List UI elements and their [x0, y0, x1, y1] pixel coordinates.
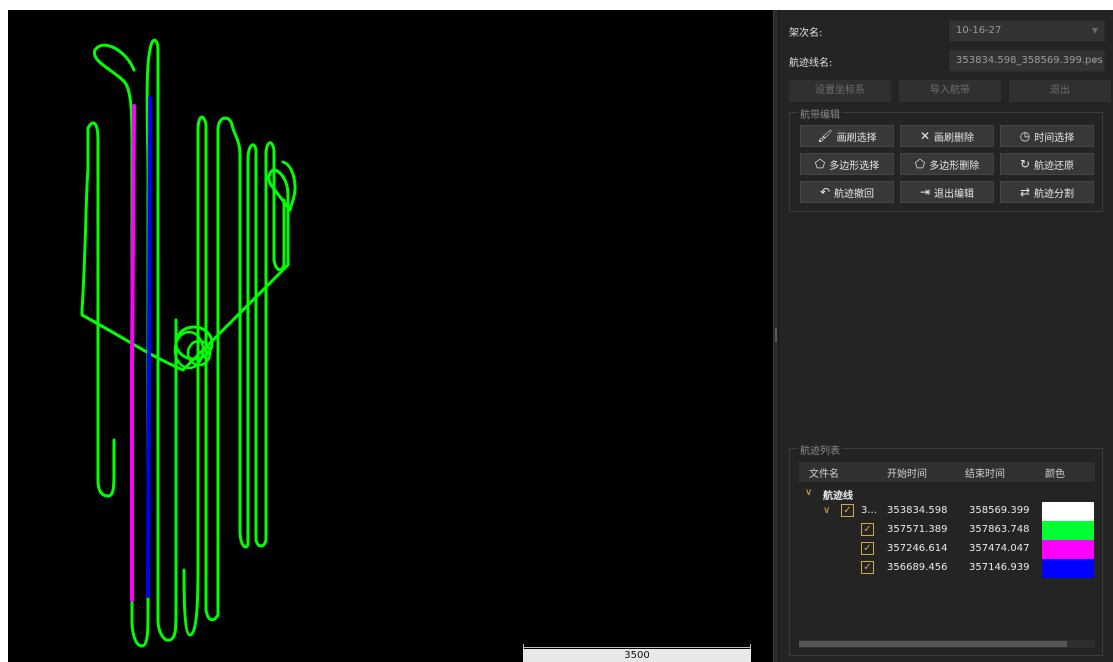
track-label: 航迹线名: — [789, 58, 833, 69]
track-blue-segment — [146, 96, 152, 598]
chevron-down-icon: ▼ — [1091, 56, 1098, 65]
time-select-label: 时间选择 — [1034, 132, 1075, 144]
flight-track-plot — [80, 38, 297, 648]
track-magenta-segment — [130, 104, 136, 602]
track-table-header: 文件名 开始时间 结束时间 颜色 — [799, 462, 1095, 482]
exit-button[interactable]: 退出 — [1009, 80, 1111, 102]
clock-icon: ◷ — [1019, 129, 1031, 143]
row-end-time: 357146.939 — [969, 562, 1030, 573]
chevron-down-icon[interactable]: ∨ — [823, 505, 830, 516]
flight-select[interactable]: 10-16-27 ▼ — [949, 20, 1105, 42]
row-start-time: 353834.598 — [887, 505, 948, 516]
exit-icon: ⇥ — [919, 185, 931, 199]
import-strip-button[interactable]: 导入航带 — [899, 80, 1001, 102]
table-row[interactable]: ✓ 357571.389 357863.748 — [799, 521, 1095, 540]
track-select-value: 353834.598_358569.399.pos — [956, 55, 1103, 66]
row-checkbox[interactable]: ✓ — [861, 561, 874, 574]
track-line-3 — [182, 115, 286, 637]
chevron-down-icon: ▼ — [1091, 26, 1098, 35]
column-header-color[interactable]: 颜色 — [1045, 465, 1095, 480]
flight-row: 架次名: 10-16-27 ▼ — [787, 20, 1105, 42]
track-restore-button[interactable]: ↻ 航迹还原 — [1000, 153, 1094, 175]
row-color-swatch[interactable] — [1042, 540, 1094, 559]
map-canvas[interactable]: 3500 — [8, 10, 773, 662]
row-start-time: 357246.614 — [887, 543, 948, 554]
row-start-time: 357571.389 — [887, 524, 948, 535]
row-color-swatch[interactable] — [1042, 559, 1094, 578]
scale-bar: 3500 — [523, 640, 751, 662]
track-list-title: 航迹列表 — [798, 442, 842, 457]
row-start-time: 356689.456 — [887, 562, 948, 573]
track-undo-button[interactable]: ↶ 航迹撤回 — [800, 181, 894, 203]
exit-edit-button[interactable]: ⇥ 退出编辑 — [900, 181, 994, 203]
restore-icon: ↻ — [1019, 157, 1031, 171]
table-row[interactable]: ✓ 356689.456 357146.939 — [799, 559, 1095, 578]
row-color-swatch[interactable] — [1042, 502, 1094, 521]
polygon-delete-label: 多边形删除 — [929, 160, 980, 172]
track-undo-label: 航迹撤回 — [834, 188, 875, 200]
table-row[interactable]: ∨ ✓ 3... 353834.598 358569.399 — [799, 502, 1095, 521]
close-icon: ✕ — [919, 129, 931, 143]
time-select-button[interactable]: ◷ 时间选择 — [1000, 125, 1094, 147]
track-line-2 — [80, 121, 297, 498]
split-icon: ⇄ — [1019, 185, 1031, 199]
polygon-delete-button[interactable]: ⬠ 多边形删除 — [900, 153, 994, 175]
pentagon-x-icon: ⬠ — [914, 157, 926, 171]
side-panel: 架次名: 10-16-27 ▼ 航迹线名: 353834.598_358569.… — [779, 10, 1113, 662]
brush-select-label: 画刷选择 — [836, 132, 877, 144]
strip-edit-group: 航带编辑 🖌 画刷选择 ✕ 画刷删除 ◷ 时间选择 ⬠ 多边形选择 ⬠ 多边形删… — [789, 106, 1103, 212]
column-header-start[interactable]: 开始时间 — [887, 465, 965, 480]
brush-delete-button[interactable]: ✕ 画刷删除 — [900, 125, 994, 147]
set-coordinate-button[interactable]: 设置坐标系 — [789, 80, 891, 102]
strip-edit-title: 航带编辑 — [798, 106, 842, 121]
tree-root-label: 航迹线 — [823, 491, 853, 502]
track-split-button[interactable]: ⇄ 航迹分割 — [1000, 181, 1094, 203]
track-restore-label: 航迹还原 — [1034, 160, 1075, 172]
row-filename: 3... — [861, 505, 877, 516]
row-checkbox[interactable]: ✓ — [861, 542, 874, 555]
brush-select-button[interactable]: 🖌 画刷选择 — [800, 125, 894, 147]
brush-icon: 🖌 — [817, 129, 833, 143]
track-split-label: 航迹分割 — [1034, 188, 1075, 200]
exit-edit-label: 退出编辑 — [934, 188, 975, 200]
row-end-time: 357863.748 — [969, 524, 1030, 535]
undo-icon: ↶ — [819, 185, 831, 199]
track-select[interactable]: 353834.598_358569.399.pos ▼ — [949, 50, 1105, 72]
table-row[interactable]: ✓ 357246.614 357474.047 — [799, 540, 1095, 559]
polygon-select-button[interactable]: ⬠ 多边形选择 — [800, 153, 894, 175]
flight-label: 架次名: — [789, 28, 823, 39]
column-header-end[interactable]: 结束时间 — [965, 465, 1045, 480]
track-row: 航迹线名: 353834.598_358569.399.pos ▼ — [787, 50, 1105, 72]
table-horizontal-scrollbar[interactable] — [799, 640, 1095, 648]
tree-root-row[interactable]: ∨ 航迹线 — [799, 484, 1095, 503]
top-button-row: 设置坐标系 导入航带 退出 — [789, 80, 1111, 102]
row-checkbox[interactable]: ✓ — [861, 523, 874, 536]
polygon-select-label: 多边形选择 — [829, 160, 880, 172]
row-color-swatch[interactable] — [1042, 521, 1094, 540]
flight-select-value: 10-16-27 — [956, 25, 1002, 36]
chevron-down-icon[interactable]: ∨ — [805, 487, 812, 498]
brush-delete-label: 画刷删除 — [934, 132, 975, 144]
row-end-time: 357474.047 — [969, 543, 1030, 554]
scale-bar-label: 3500 — [523, 649, 751, 662]
pentagon-icon: ⬠ — [814, 157, 826, 171]
row-end-time: 358569.399 — [969, 505, 1030, 516]
scrollbar-thumb[interactable] — [799, 641, 1067, 647]
column-header-filename[interactable]: 文件名 — [799, 465, 887, 480]
row-checkbox[interactable]: ✓ — [841, 504, 854, 517]
